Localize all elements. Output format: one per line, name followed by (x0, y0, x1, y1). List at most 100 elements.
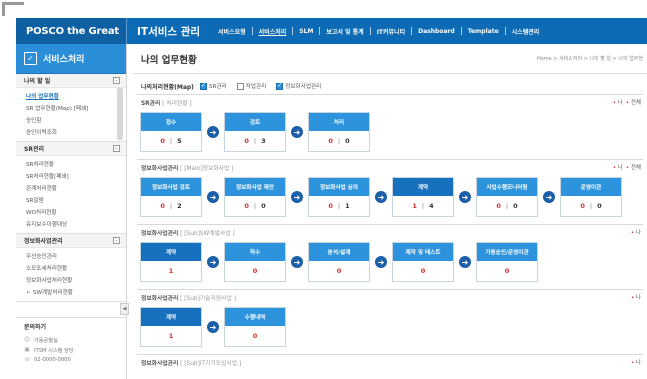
my-count[interactable]: 0 (244, 137, 249, 145)
system-title[interactable]: IT서비스 관리 (127, 24, 212, 39)
step-count[interactable]: 0 (505, 267, 510, 275)
nav-item[interactable]: 서비스처리 (253, 18, 293, 44)
step-label[interactable]: 제작 및 테스트 (393, 243, 453, 261)
step-label[interactable]: 계약 (141, 308, 201, 326)
my-count[interactable]: 0 (160, 137, 165, 145)
sidebar-group-header[interactable]: 나의 할 일 - (16, 74, 126, 88)
sidebar-item[interactable]: 소모조세처리현황 (26, 262, 126, 274)
sidebar-title: 서비스처리 (43, 55, 85, 65)
total-count[interactable]: 5 (177, 137, 182, 145)
my-count[interactable]: 0 (328, 137, 333, 145)
step-label[interactable]: 정보화사업 제안 (225, 178, 285, 196)
step-label[interactable]: 사업수행모니터링 (477, 178, 537, 196)
checkbox-box[interactable] (199, 82, 207, 90)
process-step[interactable]: 처리 0 | 0 (308, 112, 370, 152)
filter-checkbox[interactable]: 작업관리 (236, 82, 266, 90)
sidebar-item[interactable]: SR 업무현황(Map) [폐쇄] (26, 102, 126, 114)
step-label[interactable]: 분석/설계 (309, 243, 369, 261)
process-step[interactable]: 제작 및 테스트 0 (392, 242, 454, 282)
sidebar-item[interactable]: 나의 업무현황 (26, 90, 126, 102)
process-step[interactable]: 정보화사업 제안 0 | 0 (224, 177, 286, 217)
process-step[interactable]: 정보화사업 검토 0 | 2 (140, 177, 202, 217)
step-label[interactable]: 가동승인/운영이관 (477, 243, 537, 261)
step-count[interactable]: 0 (253, 267, 258, 275)
process-step[interactable]: 계약 1 (140, 307, 202, 347)
step-label[interactable]: 운영이관 (561, 178, 621, 196)
step-count[interactable]: 0 (337, 267, 342, 275)
checkbox-box[interactable] (276, 82, 284, 90)
sidebar-item[interactable]: 무선승인관리 (26, 250, 126, 262)
step-count[interactable]: 0 (253, 332, 258, 340)
legend-label: 전체 (629, 100, 641, 106)
count-separator: | (337, 137, 341, 145)
sidebar-item[interactable]: 관계처리현황 (26, 182, 126, 194)
checkbox-box[interactable] (236, 82, 244, 90)
filter-checkbox[interactable]: 정보화사업관리 (276, 82, 321, 90)
step-label[interactable]: 계약 (393, 178, 453, 196)
collapse-toggle-icon[interactable]: - (113, 145, 120, 152)
brand-logo[interactable]: POSCO the Great (16, 18, 126, 44)
process-step[interactable]: 가동승인/운영이관 0 (476, 242, 538, 282)
sidebar-item[interactable]: SR일람 (26, 194, 126, 206)
total-count[interactable]: 0 (345, 137, 350, 145)
sidebar-item[interactable]: SR처리현황 (26, 158, 126, 170)
step-label[interactable]: 검토 (225, 113, 285, 131)
sidebar-collapse-button[interactable]: ◀ (120, 303, 129, 315)
process-step[interactable]: 착수 0 (224, 242, 286, 282)
process-step[interactable]: 계약 1 | 4 (392, 177, 454, 217)
sidebar-item[interactable]: 유지보수이행대상 (26, 218, 126, 230)
sidebar-item[interactable]: ㄴ SW계발처리현황 (26, 286, 126, 298)
process-step[interactable]: 정보화사업 심의 0 | 1 (308, 177, 370, 217)
process-step[interactable]: 수행내역 0 (224, 307, 286, 347)
nav-item[interactable]: IT커뮤니티 (371, 18, 411, 44)
total-count[interactable]: 4 (429, 202, 434, 210)
total-count[interactable]: 2 (177, 202, 182, 210)
sidebar-group-header[interactable]: 정보화사업관리 - (16, 234, 126, 248)
nav-item[interactable]: Dashboard (412, 18, 461, 44)
sidebar-group-header[interactable]: SR관리 - (16, 142, 126, 156)
process-step[interactable]: 운영이관 0 | 0 (560, 177, 622, 217)
nav-item[interactable]: 보고서 및 통계 (320, 18, 369, 44)
process-step[interactable]: 분석/설계 0 (308, 242, 370, 282)
nav-item[interactable]: SLM (293, 18, 319, 44)
step-label[interactable]: 계약 (141, 243, 201, 261)
sidebar-item[interactable]: WO처리현황 (26, 206, 126, 218)
filter-checkbox[interactable]: SR관리 (199, 82, 227, 90)
collapse-toggle-icon[interactable]: - (113, 77, 120, 84)
my-count[interactable]: 0 (160, 202, 165, 210)
process-step[interactable]: 검토 0 | 3 (224, 112, 286, 152)
total-count[interactable]: 0 (513, 202, 518, 210)
total-count[interactable]: 0 (261, 202, 266, 210)
sidebar-item[interactable]: 승인이력조회 (26, 126, 126, 138)
arrow-right-icon: ➜ (375, 191, 387, 203)
sidebar-item[interactable]: SR처리현황[폐쇄] (26, 170, 126, 182)
total-count[interactable]: 3 (261, 137, 266, 145)
process-step[interactable]: 계약 1 (140, 242, 202, 282)
step-label[interactable]: 착수 (225, 243, 285, 261)
step-label[interactable]: 접수 (141, 113, 201, 131)
my-count[interactable]: 0 (244, 202, 249, 210)
step-label[interactable]: 정보화사업 검토 (141, 178, 201, 196)
nav-item[interactable]: 시스템관리 (506, 18, 546, 44)
sidebar-item[interactable]: 정보화사업처리현황 (26, 274, 126, 286)
step-counts: 0 | 0 (309, 131, 369, 151)
step-count[interactable]: 1 (169, 267, 174, 275)
total-count[interactable]: 1 (345, 202, 350, 210)
collapse-toggle-icon[interactable]: - (113, 237, 120, 244)
my-count[interactable]: 0 (496, 202, 501, 210)
nav-item[interactable]: 서비스요청 (212, 18, 252, 44)
process-step[interactable]: 접수 0 | 5 (140, 112, 202, 152)
sidebar-scrollbar[interactable] (117, 88, 123, 140)
my-count[interactable]: 0 (580, 202, 585, 210)
step-count[interactable]: 1 (169, 332, 174, 340)
my-count[interactable]: 1 (412, 202, 417, 210)
step-count[interactable]: 0 (421, 267, 426, 275)
total-count[interactable]: 0 (597, 202, 602, 210)
step-label[interactable]: 정보화사업 심의 (309, 178, 369, 196)
nav-item[interactable]: Template (462, 18, 505, 44)
sidebar-item[interactable]: 승인함 (26, 114, 126, 126)
my-count[interactable]: 0 (328, 202, 333, 210)
step-label[interactable]: 처리 (309, 113, 369, 131)
step-label[interactable]: 수행내역 (225, 308, 285, 326)
process-step[interactable]: 사업수행모니터링 0 | 0 (476, 177, 538, 217)
